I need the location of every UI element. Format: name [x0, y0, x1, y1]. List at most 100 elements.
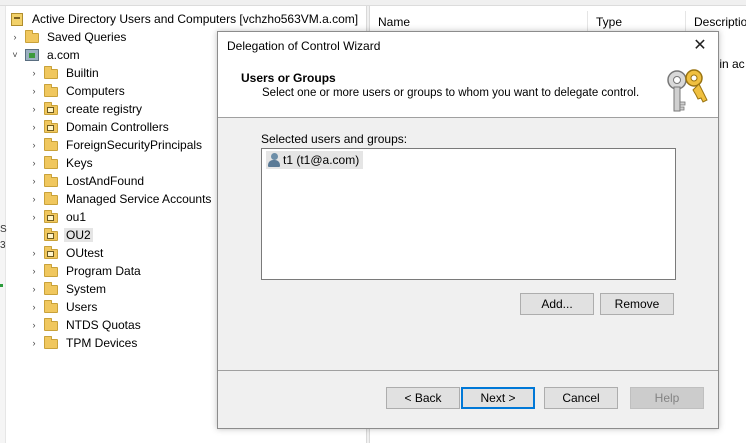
column-header-type[interactable]: Type: [588, 11, 686, 33]
folder-icon: [43, 174, 59, 188]
tree-item-label: Computers: [66, 84, 125, 98]
remove-button[interactable]: Remove: [600, 293, 674, 315]
tree-item-label: System: [66, 282, 107, 296]
tree-item-ou1[interactable]: › ou1: [28, 208, 88, 226]
tree-item-label: a.com: [47, 48, 80, 62]
chevron-right-icon[interactable]: ›: [28, 158, 40, 168]
tree-item-label: OU2: [64, 228, 93, 242]
wizard-step-title: Users or Groups: [241, 71, 336, 85]
tree-item-label: Saved Queries: [47, 30, 127, 44]
tree-item-label: Program Data: [66, 264, 141, 278]
folder-icon: [43, 300, 59, 314]
tree-item-domain-controllers[interactable]: › Domain Controllers: [28, 118, 171, 136]
list-item-label: t1 (t1@a.com): [283, 153, 360, 167]
tree-root-label: Active Directory Users and Computers [vc…: [32, 12, 359, 26]
wizard-step-subtitle: Select one or more users or groups to wh…: [262, 87, 640, 99]
ou-folder-icon: [43, 102, 59, 116]
column-header-name[interactable]: Name: [370, 11, 588, 33]
folder-icon: [43, 156, 59, 170]
keys-icon: [667, 69, 708, 112]
tree-item-foreignsecurityprincipals[interactable]: › ForeignSecurityPrincipals: [28, 136, 204, 154]
tree-item-system[interactable]: › System: [28, 280, 108, 298]
wizard-header: Users or Groups Select one or more users…: [218, 60, 718, 118]
tree-item-program-data[interactable]: › Program Data: [28, 262, 143, 280]
selected-users-list[interactable]: t1 (t1@a.com): [261, 148, 676, 280]
chevron-right-icon[interactable]: ›: [28, 338, 40, 348]
tree-item-label: create registry: [66, 102, 143, 116]
tree-item-outest[interactable]: › OUtest: [28, 244, 105, 262]
tree-item-label: TPM Devices: [66, 336, 138, 350]
delegation-wizard-dialog: Delegation of Control Wizard ✕ Users or …: [217, 31, 719, 429]
status-dot: [0, 284, 3, 287]
column-header-description[interactable]: Descriptio: [686, 11, 746, 33]
tree-item-ntds-quotas[interactable]: › NTDS Quotas: [28, 316, 143, 334]
ou-folder-icon: [43, 246, 59, 260]
tree-item-label: Managed Service Accounts: [66, 192, 212, 206]
tree-item-keys[interactable]: › Keys: [28, 154, 95, 172]
folder-icon: [43, 336, 59, 350]
chevron-right-icon[interactable]: ›: [28, 248, 40, 258]
edge-mark: 3: [0, 240, 6, 251]
tree-item-ou2[interactable]: OU2: [28, 226, 93, 244]
folder-icon: [43, 318, 59, 332]
dialog-titlebar[interactable]: Delegation of Control Wizard ✕: [218, 32, 718, 60]
tree-item-builtin[interactable]: › Builtin: [28, 64, 101, 82]
folder-icon: [24, 30, 40, 44]
tree-item-lostandfound[interactable]: › LostAndFound: [28, 172, 146, 190]
chevron-right-icon[interactable]: ›: [28, 320, 40, 330]
list-item-user[interactable]: t1 (t1@a.com): [266, 151, 364, 169]
tree-item-label: Keys: [66, 156, 93, 170]
tree-item-label: OUtest: [66, 246, 104, 260]
tree-item-computers[interactable]: › Computers: [28, 82, 127, 100]
help-button[interactable]: Help: [630, 387, 704, 409]
folder-icon: [43, 84, 59, 98]
chevron-right-icon[interactable]: ›: [28, 284, 40, 294]
tree-item-label: Builtin: [66, 66, 99, 80]
chevron-down-icon[interactable]: ˅: [9, 50, 21, 60]
edge-mark: S: [0, 224, 7, 235]
tree-item-label: LostAndFound: [66, 174, 145, 188]
chevron-right-icon[interactable]: ›: [28, 176, 40, 186]
aduc-icon: [9, 12, 25, 26]
dialog-separator: [218, 370, 718, 371]
next-button[interactable]: Next >: [461, 387, 535, 409]
tree-item-label: NTDS Quotas: [66, 318, 141, 332]
folder-icon: [43, 192, 59, 206]
left-edge-pane: S 3: [0, 6, 7, 443]
chevron-right-icon[interactable]: ›: [28, 140, 40, 150]
chevron-right-icon[interactable]: ›: [28, 122, 40, 132]
chevron-right-icon[interactable]: ›: [9, 32, 21, 42]
chevron-right-icon[interactable]: ›: [28, 302, 40, 312]
tree-item-label: ForeignSecurityPrincipals: [66, 138, 203, 152]
folder-icon: [43, 138, 59, 152]
chevron-right-icon[interactable]: ›: [28, 194, 40, 204]
tree-item-tpm-devices[interactable]: › TPM Devices: [28, 334, 139, 352]
cancel-button[interactable]: Cancel: [544, 387, 618, 409]
chevron-right-icon[interactable]: ›: [28, 212, 40, 222]
tree-root[interactable]: Active Directory Users and Computers [vc…: [9, 10, 360, 28]
folder-icon: [43, 264, 59, 278]
tree-item-label: Domain Controllers: [66, 120, 169, 134]
add-button[interactable]: Add...: [520, 293, 594, 315]
folder-icon: [43, 282, 59, 296]
tree-item-label: Users: [66, 300, 98, 314]
folder-icon: [43, 66, 59, 80]
chevron-right-icon[interactable]: ›: [28, 266, 40, 276]
tree-item-managed-service-accounts[interactable]: › Managed Service Accounts: [28, 190, 213, 208]
tree-item-saved-queries[interactable]: › Saved Queries: [9, 28, 128, 46]
chevron-right-icon[interactable]: ›: [28, 68, 40, 78]
ou-folder-icon: [43, 210, 59, 224]
back-button[interactable]: < Back: [386, 387, 460, 409]
user-icon: [266, 152, 282, 168]
tree-item-create-registry[interactable]: › create registry: [28, 100, 144, 118]
ou-folder-icon: [43, 120, 59, 134]
close-icon[interactable]: ✕: [690, 36, 710, 56]
domain-icon: [24, 48, 40, 62]
tree-item-a-com[interactable]: ˅ a.com: [9, 46, 82, 64]
chevron-right-icon[interactable]: ›: [28, 104, 40, 114]
chevron-right-icon[interactable]: ›: [28, 86, 40, 96]
tree-item-users[interactable]: › Users: [28, 298, 99, 316]
ou-folder-icon: [43, 228, 59, 242]
selected-users-label: Selected users and groups:: [261, 132, 408, 146]
dialog-title: Delegation of Control Wizard: [227, 39, 381, 53]
